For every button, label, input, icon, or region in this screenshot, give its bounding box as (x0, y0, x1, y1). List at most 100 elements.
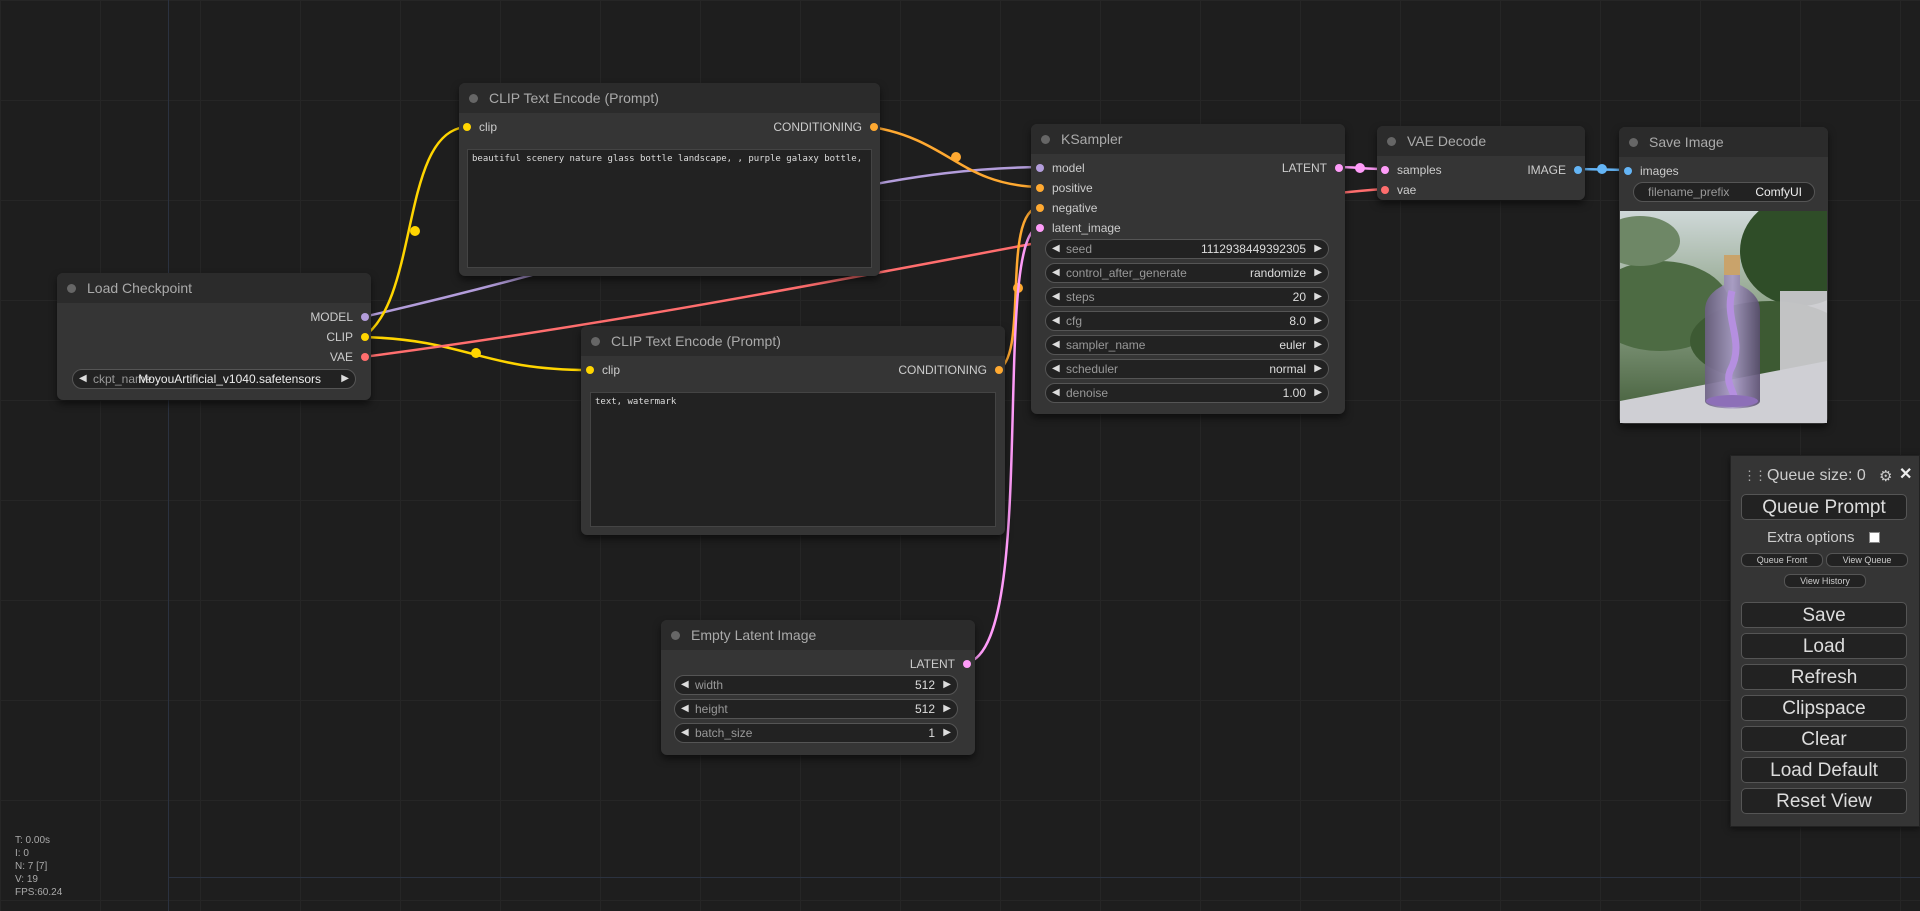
decrement-arrow-icon[interactable]: ◀ (1052, 288, 1060, 306)
decrement-arrow-icon[interactable]: ◀ (681, 676, 689, 694)
increment-arrow-icon[interactable]: ▶ (1314, 240, 1322, 258)
node-empty-latent-image[interactable]: Empty Latent Image LATENT ◀ width 512 ▶ … (661, 620, 975, 755)
gear-icon[interactable]: ⚙ (1879, 467, 1892, 485)
queue-front-button[interactable]: Queue Front (1741, 553, 1823, 567)
output-pin[interactable] (361, 333, 369, 341)
input-pin[interactable] (1624, 167, 1632, 175)
node-title[interactable]: Load Checkpoint (57, 273, 371, 303)
collapse-dot[interactable] (1629, 138, 1638, 147)
output-model[interactable]: MODEL (310, 309, 369, 325)
collapse-dot[interactable] (1041, 135, 1050, 144)
node-clip-text-encode-negative[interactable]: CLIP Text Encode (Prompt) clip CONDITION… (581, 326, 1005, 535)
output-image-preview[interactable] (1620, 211, 1827, 423)
input-images[interactable]: images (1624, 163, 1679, 179)
increment-arrow-icon[interactable]: ▶ (1314, 312, 1322, 330)
collapse-dot[interactable] (469, 94, 478, 103)
queue-prompt-button[interactable]: Queue Prompt (1741, 494, 1907, 520)
output-pin[interactable] (361, 353, 369, 361)
load-button[interactable]: Load (1741, 633, 1907, 659)
clear-button[interactable]: Clear (1741, 726, 1907, 752)
prompt-textarea[interactable]: beautiful scenery nature glass bottle la… (467, 149, 872, 268)
collapse-dot[interactable] (67, 284, 76, 293)
node-save-image[interactable]: Save Image images filename_prefix ComfyU… (1619, 127, 1828, 424)
refresh-button[interactable]: Refresh (1741, 664, 1907, 690)
output-pin[interactable] (963, 660, 971, 668)
save-button[interactable]: Save (1741, 602, 1907, 628)
input-clip[interactable]: clip (463, 119, 497, 135)
input-pin[interactable] (463, 123, 471, 131)
increment-arrow-icon[interactable]: ▶ (1314, 288, 1322, 306)
collapse-dot[interactable] (671, 631, 680, 640)
output-pin[interactable] (995, 366, 1003, 374)
output-latent[interactable]: LATENT (910, 656, 971, 672)
drag-handle-icon[interactable]: ⋮⋮ (1743, 468, 1767, 484)
steps-widget[interactable]: ◀ steps 20 ▶ (1045, 287, 1329, 307)
input-clip[interactable]: clip (586, 362, 620, 378)
input-samples[interactable]: samples (1381, 162, 1442, 178)
extra-options-checkbox[interactable] (1869, 532, 1880, 543)
seed-widget[interactable]: ◀ seed 1112938449392305 ▶ (1045, 239, 1329, 259)
node-load-checkpoint[interactable]: Load Checkpoint MODEL CLIP VAE ◀ ckpt_na… (57, 273, 371, 400)
input-pin[interactable] (1381, 166, 1389, 174)
output-latent[interactable]: LATENT (1282, 160, 1343, 176)
output-pin[interactable] (1574, 166, 1582, 174)
increment-arrow-icon[interactable]: ▶ (1314, 384, 1322, 402)
ckpt-name-combo[interactable]: ◀ ckpt_name MoyouArtificial_v1040.safete… (72, 369, 356, 389)
collapse-dot[interactable] (1387, 137, 1396, 146)
height-widget[interactable]: ◀ height 512 ▶ (674, 699, 958, 719)
batch-size-widget[interactable]: ◀ batch_size 1 ▶ (674, 723, 958, 743)
output-conditioning[interactable]: CONDITIONING (898, 362, 1003, 378)
view-queue-button[interactable]: View Queue (1826, 553, 1908, 567)
increment-arrow-icon[interactable]: ▶ (341, 370, 349, 388)
increment-arrow-icon[interactable]: ▶ (943, 724, 951, 742)
output-pin[interactable] (870, 123, 878, 131)
clipspace-button[interactable]: Clipspace (1741, 695, 1907, 721)
input-pin[interactable] (1381, 186, 1389, 194)
input-negative[interactable]: negative (1036, 200, 1097, 216)
scheduler-widget[interactable]: ◀ scheduler normal ▶ (1045, 359, 1329, 379)
decrement-arrow-icon[interactable]: ◀ (681, 724, 689, 742)
cfg-widget[interactable]: ◀ cfg 8.0 ▶ (1045, 311, 1329, 331)
increment-arrow-icon[interactable]: ▶ (1314, 336, 1322, 354)
control-after-generate-widget[interactable]: ◀ control_after_generate randomize ▶ (1045, 263, 1329, 283)
input-positive[interactable]: positive (1036, 180, 1093, 196)
decrement-arrow-icon[interactable]: ◀ (1052, 264, 1060, 282)
increment-arrow-icon[interactable]: ▶ (1314, 264, 1322, 282)
decrement-arrow-icon[interactable]: ◀ (1052, 312, 1060, 330)
node-vae-decode[interactable]: VAE Decode samples vae IMAGE (1377, 126, 1585, 200)
denoise-widget[interactable]: ◀ denoise 1.00 ▶ (1045, 383, 1329, 403)
decrement-arrow-icon[interactable]: ◀ (79, 370, 87, 388)
width-widget[interactable]: ◀ width 512 ▶ (674, 675, 958, 695)
prompt-textarea[interactable]: text, watermark (590, 392, 996, 527)
input-pin[interactable] (1036, 204, 1044, 212)
node-title[interactable]: KSampler (1031, 124, 1345, 154)
input-pin[interactable] (1036, 184, 1044, 192)
decrement-arrow-icon[interactable]: ◀ (681, 700, 689, 718)
output-clip[interactable]: CLIP (326, 329, 369, 345)
output-pin[interactable] (361, 313, 369, 321)
node-title[interactable]: Empty Latent Image (661, 620, 975, 650)
input-pin[interactable] (1036, 224, 1044, 232)
node-ksampler[interactable]: KSampler model positive negative latent_… (1031, 124, 1345, 414)
node-title[interactable]: CLIP Text Encode (Prompt) (581, 326, 1005, 356)
input-pin[interactable] (1036, 164, 1044, 172)
output-pin[interactable] (1335, 164, 1343, 172)
output-vae[interactable]: VAE (330, 349, 369, 365)
decrement-arrow-icon[interactable]: ◀ (1052, 384, 1060, 402)
node-title[interactable]: VAE Decode (1377, 126, 1585, 156)
reset-view-button[interactable]: Reset View (1741, 788, 1907, 814)
increment-arrow-icon[interactable]: ▶ (943, 676, 951, 694)
node-title[interactable]: Save Image (1619, 127, 1828, 157)
increment-arrow-icon[interactable]: ▶ (1314, 360, 1322, 378)
output-conditioning[interactable]: CONDITIONING (773, 119, 878, 135)
node-title[interactable]: CLIP Text Encode (Prompt) (459, 83, 880, 113)
output-image[interactable]: IMAGE (1527, 162, 1582, 178)
input-pin[interactable] (586, 366, 594, 374)
filename-prefix-widget[interactable]: filename_prefix ComfyUI (1633, 182, 1815, 202)
decrement-arrow-icon[interactable]: ◀ (1052, 336, 1060, 354)
input-model[interactable]: model (1036, 160, 1085, 176)
view-history-button[interactable]: View History (1784, 574, 1866, 588)
sampler-name-widget[interactable]: ◀ sampler_name euler ▶ (1045, 335, 1329, 355)
decrement-arrow-icon[interactable]: ◀ (1052, 240, 1060, 258)
collapse-dot[interactable] (591, 337, 600, 346)
